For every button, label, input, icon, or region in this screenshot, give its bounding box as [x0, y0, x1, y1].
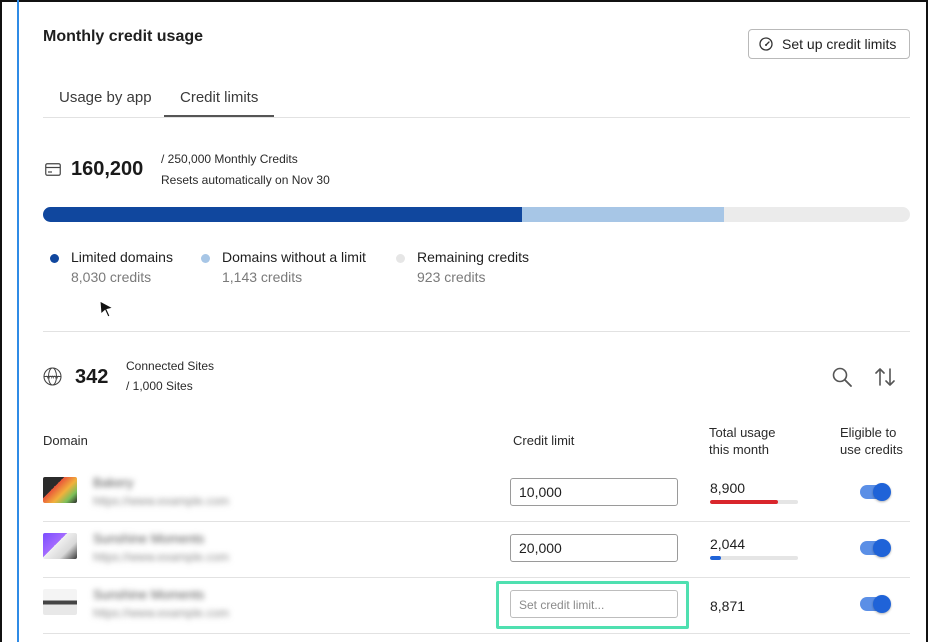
toggle-knob — [873, 483, 891, 501]
page-title: Monthly credit usage — [43, 28, 204, 45]
legend-value: 8,030 credits — [71, 269, 152, 285]
legend-label: Limited domains — [71, 249, 173, 265]
site-name: Sunshine Moments — [93, 531, 205, 546]
usage-bar — [710, 556, 798, 560]
legend-dot-no-limit — [201, 254, 210, 263]
site-thumbnail — [43, 477, 77, 503]
site-url: https://www.example.com — [93, 606, 230, 620]
legend-dot-remaining — [396, 254, 405, 263]
header-line: this month — [709, 442, 769, 457]
site-thumbnail — [43, 589, 77, 615]
table-row: Sunshine Moments https://www.example.com… — [43, 522, 910, 578]
usage-value: 8,871 — [710, 598, 746, 614]
sort-icon[interactable] — [873, 365, 897, 389]
connected-sites-count: 342 — [75, 366, 109, 388]
eligible-toggle[interactable] — [860, 483, 891, 501]
credits-used-value: 160,200 — [71, 158, 144, 180]
legend-label: Domains without a limit — [222, 249, 366, 265]
tab-bar: Usage by app Credit limits — [43, 80, 910, 118]
credits-reset-text: Resets automatically on Nov 30 — [161, 173, 330, 187]
table-row: Sunshine Moments https://www.example.com… — [43, 578, 910, 634]
section-divider — [43, 331, 910, 332]
progress-segment-limited-domains — [43, 207, 523, 222]
site-name: Sunshine Moments — [93, 587, 205, 602]
search-icon[interactable] — [831, 366, 853, 388]
site-name: Bakery — [93, 475, 134, 490]
usage-bar-fill — [710, 500, 778, 504]
tab-credit-limits[interactable]: Credit limits — [164, 80, 275, 117]
set-up-credit-limits-button[interactable]: Set up credit limits — [748, 29, 910, 59]
site-url: https://www.example.com — [93, 494, 230, 508]
credit-card-icon — [45, 163, 61, 176]
header-line: Eligible to — [840, 425, 897, 440]
connected-sites-label: Connected Sites — [126, 359, 215, 373]
eligible-toggle[interactable] — [860, 539, 891, 557]
credits-total-text: / 250,000 Monthly Credits — [161, 152, 298, 166]
column-header-total-usage: Total usage this month — [709, 424, 776, 458]
sites-total-text: / 1,000 Sites — [126, 379, 193, 393]
usage-value: 2,044 — [710, 536, 746, 552]
tab-usage-by-app[interactable]: Usage by app — [43, 80, 168, 117]
header-line: Total usage — [709, 425, 776, 440]
focus-highlight-box — [496, 581, 689, 629]
site-url: https://www.example.com — [93, 550, 230, 564]
header-line: use credits — [840, 442, 903, 457]
column-header-eligible: Eligible to use credits — [840, 424, 903, 458]
globe-icon: www — [43, 367, 62, 386]
column-header-domain: Domain — [43, 433, 88, 448]
site-thumbnail — [43, 533, 77, 559]
table-row: Bakery https://www.example.com 8,900 — [43, 466, 910, 522]
focus-accent-line — [17, 0, 19, 642]
legend-dot-limited — [50, 254, 59, 263]
credit-usage-progress-bar — [43, 207, 910, 222]
credit-limit-input[interactable] — [510, 534, 678, 562]
usage-value: 8,900 — [710, 480, 746, 496]
usage-bar-fill — [710, 556, 721, 560]
svg-text:www: www — [46, 375, 58, 381]
mouse-cursor-icon — [99, 300, 115, 318]
legend-value: 923 credits — [417, 269, 486, 285]
progress-segment-domains-without-limit — [522, 207, 724, 222]
gauge-icon — [759, 37, 773, 51]
credit-limit-input[interactable] — [510, 478, 678, 506]
usage-bar — [710, 500, 798, 504]
legend-label: Remaining credits — [417, 249, 530, 265]
eligible-toggle[interactable] — [860, 595, 891, 613]
column-header-credit-limit: Credit limit — [513, 433, 575, 448]
toggle-knob — [873, 539, 891, 557]
set-up-credit-limits-label: Set up credit limits — [782, 36, 897, 52]
legend-value: 1,143 credits — [222, 269, 303, 285]
toggle-knob — [873, 595, 891, 613]
